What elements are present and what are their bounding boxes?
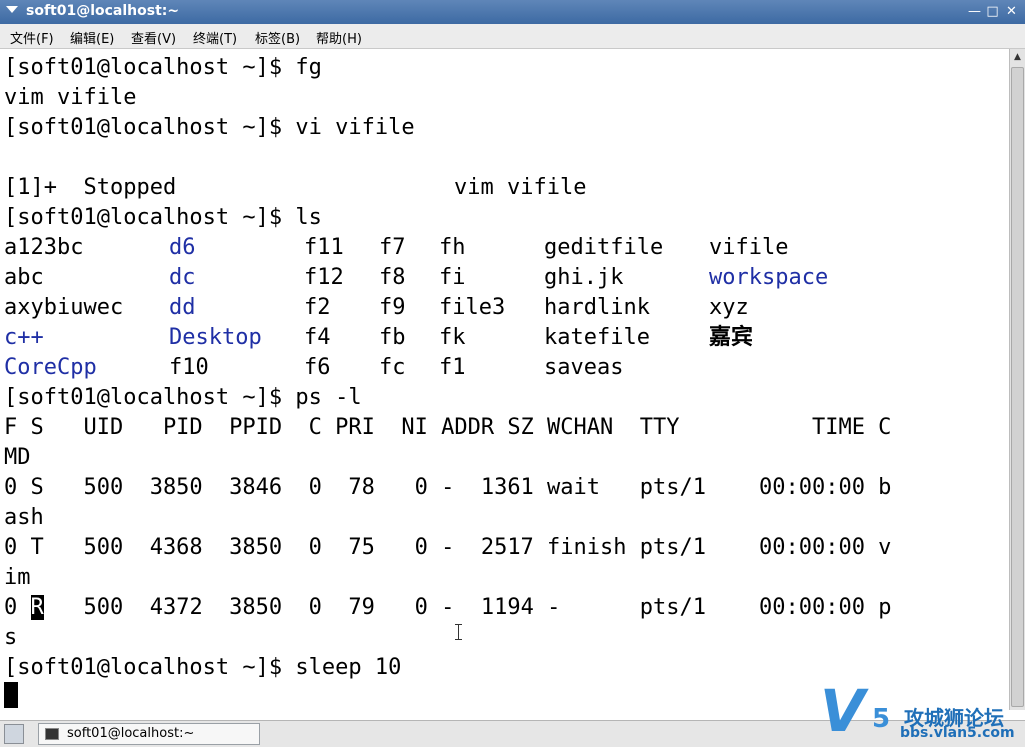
ls-entry-dir: Desktop (169, 325, 262, 350)
ls-entry: fh (439, 235, 466, 260)
ibeam-cursor-icon (455, 624, 463, 640)
ls-entry: a123bc (4, 235, 84, 260)
window-titlebar[interactable]: soft01@localhost:~ — □ ✕ (0, 0, 1025, 24)
window-title: soft01@localhost:~ (26, 3, 180, 19)
ps-row-wrap: s (4, 625, 18, 650)
ls-entry: 嘉宾 (709, 325, 754, 350)
terminal-line: vim vifile (4, 85, 137, 110)
ps-row: 0 T 500 4368 3850 0 75 0 - 2517 finish p… (4, 535, 892, 560)
maximize-icon[interactable]: □ (985, 4, 1000, 19)
ls-entry-dir: CoreCpp (4, 355, 97, 380)
ls-entry: xyz (709, 295, 749, 320)
ps-row: 0 R 500 4372 3850 0 79 0 - 1194 - pts/1 … (4, 593, 891, 623)
ls-entry: f4 (304, 325, 331, 350)
ls-row: CoreCpp f10 f6 fc f1 saveas (4, 353, 623, 383)
taskbar-window-label: soft01@localhost:~ (67, 726, 195, 741)
ps-field: 500 4372 3850 0 79 0 - 1194 - pts/1 00:0… (43, 595, 892, 620)
menu-edit[interactable]: 编辑(E) (70, 28, 114, 47)
ps-header-wrap: MD (4, 445, 31, 470)
ps-row: 0 S 500 3850 3846 0 78 0 - 1361 wait pts… (4, 475, 892, 500)
scroll-up-icon[interactable]: ▲ (1010, 49, 1025, 65)
ls-entry: f1 (439, 355, 466, 380)
vertical-scrollbar[interactable]: ▲ (1009, 49, 1025, 710)
taskbar-window-button[interactable]: soft01@localhost:~ (38, 723, 260, 745)
ls-entry: axybiuwec (4, 295, 124, 320)
terminal-line: [soft01@localhost ~]$ ls (4, 205, 322, 230)
show-desktop-icon[interactable] (4, 724, 24, 744)
selected-text: R (30, 595, 44, 620)
terminal-line: [soft01@localhost ~]$ sleep 10 (4, 655, 402, 680)
terminal-line: [soft01@localhost ~]$ fg (4, 55, 322, 80)
watermark-logo: V 5 攻城狮论坛 bbs.vlan5.com (820, 680, 1025, 747)
ls-entry-dir: dc (169, 265, 196, 290)
ls-entry: fb (379, 325, 406, 350)
ls-entry: saveas (544, 355, 624, 380)
menu-terminal[interactable]: 终端(T) (193, 28, 237, 47)
window-menu-icon[interactable] (6, 6, 18, 13)
ps-row-wrap: ash (4, 505, 44, 530)
ps-header: F S UID PID PPID C PRI NI ADDR SZ WCHAN … (4, 415, 892, 440)
scroll-thumb[interactable] (1011, 67, 1024, 707)
ls-entry-dir: c++ (4, 325, 44, 350)
logo-mark: V (820, 677, 865, 745)
terminal-line: [soft01@localhost ~]$ ps -l (4, 385, 362, 410)
ls-row: abc dc f12 f8 fi ghi.jk workspace (4, 263, 828, 293)
ls-entry-dir: dd (169, 295, 196, 320)
ls-entry: f10 (169, 355, 209, 380)
ls-entry: geditfile (544, 235, 664, 260)
menu-tabs[interactable]: 标签(B) (255, 28, 300, 47)
ps-row-wrap: im (4, 565, 31, 590)
terminal-icon (45, 728, 59, 740)
ls-row: axybiuwec dd f2 f9 file3 hardlink xyz (4, 293, 749, 323)
ls-entry: vifile (709, 235, 789, 260)
ls-entry: file3 (439, 295, 506, 320)
ls-entry-dir: workspace (709, 265, 829, 290)
ls-entry: f9 (379, 295, 406, 320)
job-status: [1]+ Stopped (4, 175, 177, 200)
ls-entry: ghi.jk (544, 265, 624, 290)
ls-entry: f11 (304, 235, 344, 260)
menu-view[interactable]: 查看(V) (131, 28, 176, 47)
menu-help[interactable]: 帮助(H) (316, 28, 362, 47)
ls-entry: fk (439, 325, 466, 350)
text-cursor (4, 682, 18, 708)
ls-row: c++ Desktop f4 fb fk katefile 嘉宾 (4, 323, 753, 353)
job-command: vim vifile (454, 175, 587, 200)
ls-entry: f2 (304, 295, 331, 320)
terminal-line: [soft01@localhost ~]$ vi vifile (4, 115, 415, 140)
menu-file[interactable]: 文件(F) (10, 28, 54, 47)
ls-entry: f7 (379, 235, 406, 260)
logo-number: 5 (872, 704, 891, 734)
ls-entry: abc (4, 265, 44, 290)
menu-bar: 文件(F) 编辑(E) 查看(V) 终端(T) 标签(B) 帮助(H) (0, 24, 1025, 49)
terminal-output[interactable]: [soft01@localhost ~]$ fg vim vifile [sof… (0, 49, 1009, 710)
ls-entry: katefile (544, 325, 650, 350)
ls-entry-dir: d6 (169, 235, 196, 260)
ls-entry: fc (379, 355, 406, 380)
ls-entry: f8 (379, 265, 406, 290)
close-icon[interactable]: ✕ (1004, 4, 1019, 19)
logo-url: bbs.vlan5.com (900, 725, 1015, 741)
ls-entry: fi (439, 265, 466, 290)
ls-entry: f6 (304, 355, 331, 380)
ls-row: a123bc d6 f11 f7 fh geditfile vifile (4, 233, 788, 263)
ps-field: 0 (4, 595, 31, 620)
minimize-icon[interactable]: — (967, 4, 982, 19)
terminal-line: [1]+ Stopped vim vifile (4, 173, 586, 203)
ls-entry: hardlink (544, 295, 650, 320)
ls-entry: f12 (304, 265, 344, 290)
